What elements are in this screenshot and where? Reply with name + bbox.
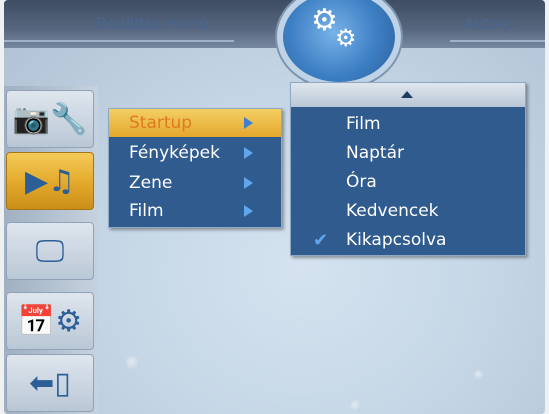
chevron-up-icon bbox=[401, 91, 413, 98]
decorative-bubble bbox=[350, 400, 362, 412]
option-calendar[interactable]: Naptár bbox=[291, 139, 525, 168]
sidebar-item-camera[interactable]: 📷🔧 bbox=[6, 90, 94, 148]
sidebar-item-display[interactable]: 🖵 bbox=[6, 222, 94, 280]
submenu-item-film[interactable]: Film bbox=[109, 197, 281, 225]
chevron-right-icon bbox=[244, 205, 253, 217]
settings-category-column: 📷🔧 ▶♫ 🖵 📅⚙ ⬅▯ bbox=[4, 86, 98, 414]
projector-music-icon: ▶♫ bbox=[25, 163, 75, 199]
back-door-icon: ⬅▯ bbox=[29, 365, 71, 401]
top-bar: Beállítás menü Auto-p bbox=[4, 0, 545, 48]
option-clock[interactable]: Óra bbox=[291, 168, 525, 197]
title-underline-right bbox=[450, 40, 545, 42]
sidebar-item-slideshow-music[interactable]: ▶♫ bbox=[6, 152, 94, 210]
option-off[interactable]: ✔ Kikapcsolva bbox=[291, 226, 525, 255]
calendar-gear-icon: 📅⚙ bbox=[17, 303, 83, 339]
checkmark-icon: ✔ bbox=[313, 230, 329, 251]
chevron-right-icon bbox=[244, 177, 253, 189]
camera-wrench-icon: 📷🔧 bbox=[12, 101, 88, 137]
sidebar-item-calendar[interactable]: 📅⚙ bbox=[6, 292, 94, 350]
monitor-icon: 🖵 bbox=[35, 233, 65, 269]
submenu-item-photos[interactable]: Fényképek bbox=[109, 139, 281, 167]
chevron-right-icon bbox=[244, 117, 253, 129]
title-underline-left bbox=[4, 40, 234, 42]
mode-title: Auto-p bbox=[463, 14, 514, 33]
submenu-item-startup[interactable]: Startup bbox=[109, 109, 281, 137]
submenu-item-music[interactable]: Zene bbox=[109, 169, 281, 197]
chevron-right-icon bbox=[244, 147, 253, 159]
sidebar-item-exit[interactable]: ⬅▯ bbox=[6, 354, 94, 412]
startup-options-list: Film Naptár Óra Kedvencek ✔ Kikapcsolva bbox=[290, 82, 526, 256]
submenu: Startup Fényképek Zene Film bbox=[108, 108, 282, 228]
menu-title: Beállítás menü bbox=[96, 14, 209, 33]
settings-gear-icon: ⚙ ⚙ bbox=[277, 0, 401, 88]
device-screen: Beállítás menü Auto-p ⚙ ⚙ 📷🔧 ▶♫ 🖵 📅⚙ ⬅▯ … bbox=[4, 0, 545, 414]
scroll-up-button[interactable] bbox=[291, 83, 525, 107]
option-favorites[interactable]: Kedvencek bbox=[291, 197, 525, 226]
decorative-bubble bbox=[126, 356, 140, 370]
option-film[interactable]: Film bbox=[291, 110, 525, 139]
decorative-bubble bbox=[474, 370, 484, 380]
